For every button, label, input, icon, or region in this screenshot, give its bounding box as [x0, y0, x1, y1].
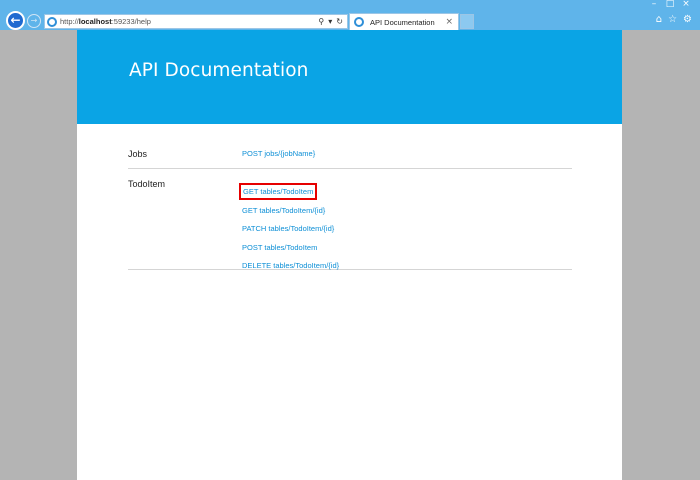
arrow-left-icon: ←: [10, 13, 21, 27]
home-icon[interactable]: ⌂: [656, 14, 662, 25]
browser-tools: ⌂ ☆ ⚙: [656, 14, 692, 25]
api-link-post-tables-todoitem[interactable]: POST tables/TodoItem: [242, 242, 572, 261]
tab-label: API Documentation: [370, 17, 435, 27]
arrow-right-icon: →: [30, 16, 38, 25]
url-text[interactable]: http://localhost:59233/help: [60, 17, 318, 26]
forward-button[interactable]: →: [27, 14, 41, 28]
window-controls: – □ ×: [646, 0, 694, 10]
tab-api-documentation[interactable]: API Documentation ×: [349, 13, 459, 30]
api-group-jobs: Jobs POST jobs/{jobName}: [128, 139, 572, 169]
favorites-star-icon[interactable]: ☆: [668, 14, 677, 25]
address-tools: ⚲ ▾ ↻: [318, 17, 347, 26]
tab-close-icon[interactable]: ×: [445, 17, 458, 27]
group-links: POST jobs/{jobName}: [242, 139, 572, 167]
close-window-button[interactable]: ×: [678, 0, 694, 10]
address-bar[interactable]: http://localhost:59233/help ⚲ ▾ ↻: [44, 14, 348, 29]
dropdown-icon[interactable]: ▾: [328, 17, 332, 26]
group-name: Jobs: [128, 149, 148, 159]
refresh-icon[interactable]: ↻: [336, 17, 343, 26]
url-host: localhost: [78, 17, 112, 26]
gear-icon[interactable]: ⚙: [683, 14, 692, 25]
group-links: GET tables/TodoItem GET tables/TodoItem/…: [238, 169, 572, 279]
browser-chrome: – □ × ← → http://localhost:59233/help ⚲ …: [0, 0, 700, 30]
minimize-button[interactable]: –: [646, 0, 662, 10]
api-link-get-tables-todoitem[interactable]: GET tables/TodoItem: [238, 183, 318, 200]
page-content: API Documentation Jobs POST jobs/{jobNam…: [77, 30, 622, 480]
back-button[interactable]: ←: [6, 11, 25, 30]
page-title: API Documentation: [129, 60, 309, 81]
url-prefix: http://: [60, 17, 79, 26]
ie-icon: [47, 16, 57, 27]
api-link-patch-tables-todoitem-id[interactable]: PATCH tables/TodoItem/{id}: [242, 223, 572, 242]
new-tab-button[interactable]: [460, 14, 474, 29]
api-group-todoitem: TodoItem GET tables/TodoItem GET tables/…: [128, 169, 572, 270]
api-link-get-tables-todoitem-id[interactable]: GET tables/TodoItem/{id}: [242, 205, 572, 224]
tab-ie-icon: [354, 17, 364, 27]
search-icon[interactable]: ⚲: [318, 17, 324, 26]
group-name: TodoItem: [128, 179, 166, 189]
api-list: Jobs POST jobs/{jobName} TodoItem GET ta…: [128, 139, 572, 270]
maximize-button[interactable]: □: [662, 0, 678, 10]
api-link-delete-tables-todoitem-id[interactable]: DELETE tables/TodoItem/{id}: [242, 260, 572, 279]
page-header: API Documentation: [77, 30, 622, 124]
url-rest: :59233/help: [111, 17, 151, 26]
api-link-post-jobs[interactable]: POST jobs/{jobName}: [242, 148, 572, 167]
